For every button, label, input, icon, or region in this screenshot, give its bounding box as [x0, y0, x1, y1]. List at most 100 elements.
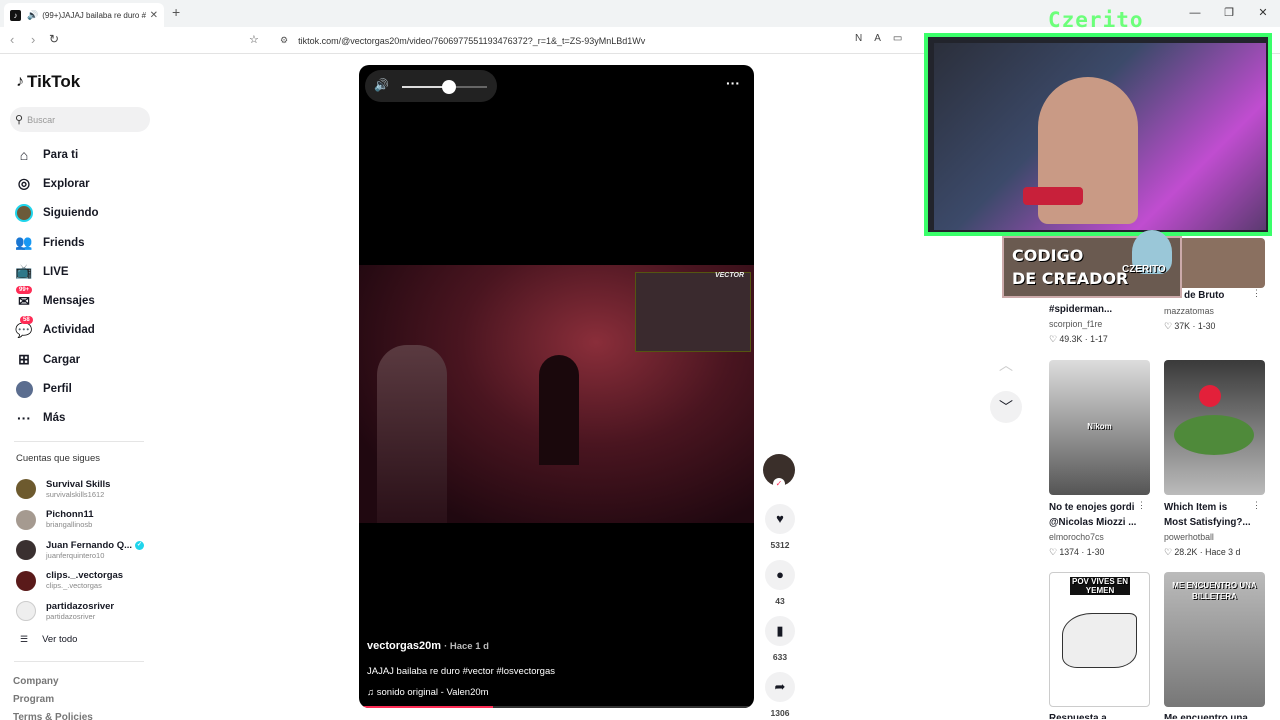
menu-item-siguiendo[interactable]: Siguiendo	[14, 199, 99, 228]
menu-label: Actividad	[43, 324, 95, 337]
following-item[interactable]: partidazosriver partidazosriver	[16, 596, 144, 627]
footer-terms[interactable]: Terms & Policies	[13, 712, 93, 720]
menu-item-para-ti[interactable]: ⌂ Para ti	[14, 140, 99, 169]
bookmark-save-icon[interactable]: ▮	[765, 616, 795, 646]
comment-action[interactable]: ● 43	[763, 560, 797, 606]
site-info-icon[interactable]: ⚙	[280, 35, 288, 46]
recommended-card[interactable]: Nikom No te enojes gordi ⋮ @Nicolas Mioz…	[1049, 360, 1150, 559]
volume-control[interactable]: 🔊	[365, 70, 497, 102]
microphone	[1023, 187, 1083, 205]
video-thumbnail[interactable]	[1164, 360, 1265, 495]
tiktok-logo[interactable]: ♪ TikTok	[16, 72, 80, 92]
card-title-line2: @Nicolas Miozzi ...	[1049, 517, 1137, 528]
video-thumbnail[interactable]: ME ENCUENTRO UNA BILLETERA	[1164, 572, 1265, 707]
overlay-tag: VECTOR	[714, 272, 744, 279]
share-count: 1306	[770, 708, 790, 718]
footer-program[interactable]: Program	[13, 694, 54, 705]
forward-icon[interactable]: ›	[31, 32, 35, 47]
avatar	[16, 509, 36, 530]
card-likes: 1374	[1059, 547, 1079, 557]
following-avatar-icon	[14, 204, 34, 223]
video-author[interactable]: vectorgas20m	[367, 640, 441, 652]
card-author[interactable]: elmorocho7cs	[1049, 530, 1150, 545]
more-options-icon[interactable]: ···	[726, 75, 740, 91]
menu-item-live[interactable]: 📺 LIVE	[14, 257, 99, 286]
card-likes: 37K	[1174, 321, 1190, 331]
account-name: partidazosriver	[46, 600, 115, 612]
close-tab-icon[interactable]: ✕	[150, 10, 158, 21]
minimize-icon[interactable]: —	[1178, 0, 1212, 27]
bookmark-icon[interactable]: ☆	[249, 33, 259, 46]
menu-label: Perfil	[43, 383, 72, 396]
menu-item-cargar[interactable]: ⊞ Cargar	[14, 345, 99, 374]
volume-slider[interactable]	[402, 80, 487, 94]
card-date: 1-30	[1086, 547, 1105, 557]
compass-icon: ◎	[17, 175, 31, 192]
see-all-link[interactable]: ☰ Ver todo	[20, 634, 77, 645]
messages-badge: 99+	[16, 286, 33, 295]
card-more-icon[interactable]: ⋮	[1252, 288, 1261, 299]
share-icon[interactable]: ➦	[765, 672, 795, 702]
video-thumbnail[interactable]: Nikom	[1049, 360, 1150, 495]
menu-item-mensajes[interactable]: ✉ 99+ Mensajes	[14, 286, 99, 315]
menu-item-perfil[interactable]: Perfil	[14, 374, 99, 403]
no-tracking-icon[interactable]: N	[855, 33, 862, 44]
reload-icon[interactable]: ↻	[49, 32, 59, 46]
account-handle: survivalskills1612	[46, 489, 105, 499]
card-more-icon[interactable]: ⋮	[1252, 500, 1261, 511]
video-progress-bar[interactable]	[359, 706, 754, 708]
verified-icon: ✓	[135, 540, 145, 550]
back-icon[interactable]: ‹	[10, 32, 14, 47]
like-count: 5312	[770, 540, 790, 550]
video-thumbnail[interactable]: POV VIVES EN YEMEN	[1049, 572, 1150, 707]
card-author[interactable]: mazzatomas	[1164, 304, 1265, 319]
reading-view-icon[interactable]: ▭	[893, 33, 902, 44]
comment-icon[interactable]: ●	[765, 560, 795, 590]
following-item[interactable]: Juan Fernando Q... ✓ juanferquintero10	[16, 535, 145, 566]
footer-company[interactable]: Company	[13, 676, 59, 687]
share-action[interactable]: ➦ 1306	[763, 672, 797, 718]
volume-knob[interactable]	[441, 80, 456, 94]
card-author[interactable]: powerhotball	[1164, 530, 1265, 545]
following-item[interactable]: Survival Skills survivalskills1612	[16, 474, 144, 505]
card-author[interactable]: scorpion_f1re	[1049, 317, 1150, 332]
volume-icon[interactable]: 🔊	[374, 78, 389, 92]
creator-avatar[interactable]: ✓	[763, 454, 795, 490]
previous-video-button[interactable]: ︿	[990, 349, 1022, 381]
new-tab-button[interactable]: +	[172, 4, 180, 20]
following-item[interactable]: Pichonn11 briangallinosb	[16, 505, 144, 536]
save-action[interactable]: ▮ 633	[763, 616, 797, 662]
leaf	[1174, 415, 1254, 455]
heart-outline-icon: ♡	[1164, 547, 1172, 557]
menu-item-mas[interactable]: ··· Más	[14, 404, 99, 433]
heart-outline-icon: ♡	[1164, 321, 1172, 331]
like-action[interactable]: ♥ 5312	[763, 504, 797, 550]
translate-icon[interactable]: A	[874, 33, 881, 44]
video-sound[interactable]: sonido original - Valen20m	[377, 687, 489, 698]
menu-item-friends[interactable]: 👥 Friends	[14, 228, 99, 257]
followed-check-icon[interactable]: ✓	[773, 478, 785, 490]
next-video-button[interactable]: ﹀	[990, 391, 1022, 423]
recommended-card[interactable]: Which Item is ⋮ Most Satisfying?... powe…	[1164, 360, 1265, 559]
card-more-icon[interactable]: ⋮	[1137, 500, 1146, 511]
recommended-card[interactable]: ME ENCUENTRO UNA BILLETERA Me encuentro …	[1164, 572, 1265, 719]
webcam-overlay	[924, 33, 1272, 236]
video-player[interactable]: 🔊 ··· VECTOR vectorgas20m · Hace 1 d JAJ…	[359, 65, 754, 708]
menu-item-explorar[interactable]: ◎ Explorar	[14, 169, 99, 198]
browser-tab[interactable]: ♪ 🔊 (99+)JAJAJ bailaba re duro #... ✕	[4, 3, 164, 27]
card-title: Me encuentro una ...	[1164, 713, 1259, 719]
close-window-icon[interactable]: ✕	[1246, 0, 1280, 27]
following-item[interactable]: clips._.vectorgas clips._.vectorgas	[16, 566, 144, 597]
creator-code-name: CZERITO	[1122, 264, 1166, 275]
menu-item-actividad[interactable]: 💬 58 Actividad	[14, 315, 99, 345]
heart-icon[interactable]: ♥	[765, 504, 795, 534]
url-field[interactable]: ⚙ tiktok.com/@vectorgas20m/video/7606977…	[270, 30, 930, 51]
avatar	[16, 540, 36, 561]
save-count: 633	[772, 652, 788, 662]
menu-label: LIVE	[43, 265, 69, 278]
account-handle: juanferquintero10	[46, 550, 105, 560]
search-input[interactable]: ⚲ Buscar	[10, 107, 150, 132]
maximize-icon[interactable]: ❐	[1212, 0, 1246, 27]
recommended-card[interactable]: POV VIVES EN YEMEN Respuesta a ...	[1049, 572, 1150, 719]
account-name: Juan Fernando Q...	[46, 539, 133, 551]
